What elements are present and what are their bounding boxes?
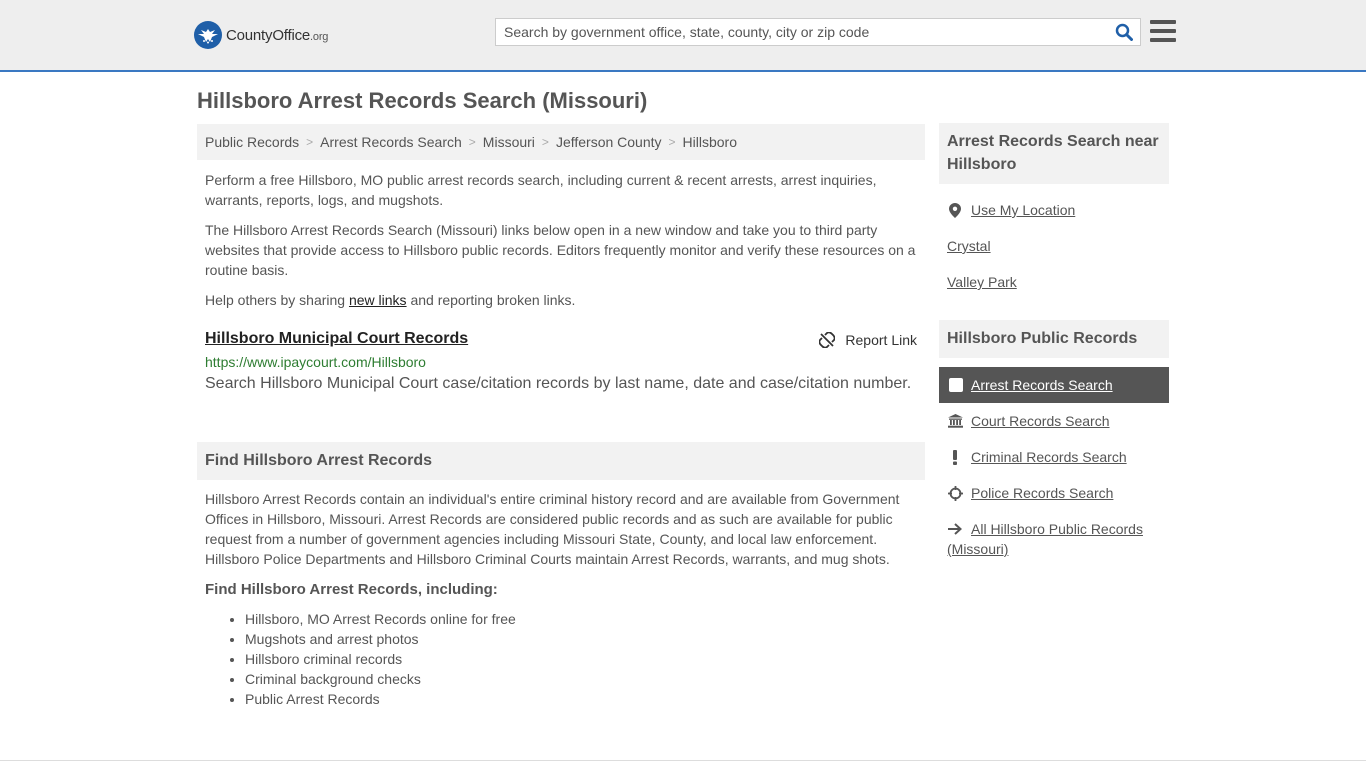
breadcrumb: Public Records > Arrest Records Search >… <box>197 124 925 160</box>
chevron-right-icon: > <box>668 135 676 149</box>
search-bar <box>495 18 1141 46</box>
search-button[interactable] <box>1108 19 1140 45</box>
sidebar-item-criminal-records[interactable]: Criminal Records Search <box>947 447 1127 467</box>
breadcrumb-hillsboro[interactable]: Hillsboro <box>683 134 737 150</box>
find-records-list: Hillsboro, MO Arrest Records online for … <box>245 609 516 709</box>
site-header: CountyOffice.org <box>0 0 1366 72</box>
arrow-right-icon <box>947 519 963 539</box>
breadcrumb-jefferson-county[interactable]: Jefferson County <box>556 134 662 150</box>
chevron-right-icon: > <box>306 135 314 149</box>
find-section-body: Hillsboro Arrest Records contain an indi… <box>205 491 900 567</box>
broken-link-icon <box>819 332 836 348</box>
sidebar-near-heading: Arrest Records Search near Hillsboro <box>939 123 1169 184</box>
map-pin-icon <box>947 200 963 220</box>
footer-divider <box>0 760 1366 761</box>
list-item: Hillsboro criminal records <box>245 649 516 669</box>
hamburger-icon[interactable] <box>1150 19 1176 43</box>
intro-paragraph: Help others by sharing new links and rep… <box>205 292 576 308</box>
square-icon <box>949 378 963 392</box>
exclamation-icon <box>947 447 963 467</box>
site-logo[interactable]: CountyOffice.org <box>194 20 328 50</box>
chevron-right-icon: > <box>541 135 549 149</box>
breadcrumb-public-records[interactable]: Public Records <box>205 134 299 150</box>
use-my-location-link[interactable]: Use My Location <box>947 200 1075 220</box>
record-result: Hillsboro Municipal Court Records Report… <box>205 330 917 393</box>
report-link-button[interactable]: Report Link <box>819 332 917 348</box>
courthouse-icon <box>947 411 963 431</box>
intro-paragraph: The Hillsboro Arrest Records Search (Mis… <box>205 222 916 278</box>
breadcrumb-missouri[interactable]: Missouri <box>483 134 535 150</box>
sidebar-public-records-heading: Hillsboro Public Records <box>939 320 1169 358</box>
find-section-subheading: Find Hillsboro Arrest Records, including… <box>205 581 498 598</box>
new-links-link[interactable]: new links <box>349 292 407 308</box>
eagle-logo-icon <box>194 21 222 49</box>
near-item-crystal[interactable]: Crystal <box>947 236 991 256</box>
list-item: Public Arrest Records <box>245 689 516 709</box>
chevron-right-icon: > <box>468 135 476 149</box>
sidebar-item-police-records[interactable]: Police Records Search <box>947 483 1113 503</box>
list-item: Criminal background checks <box>245 669 516 689</box>
near-item-valley-park[interactable]: Valley Park <box>947 272 1017 292</box>
result-url: https://www.ipaycourt.com/Hillsboro <box>205 354 426 370</box>
list-item: Mugshots and arrest photos <box>245 629 516 649</box>
sidebar-item-all-public-records[interactable]: All Hillsboro Public Records (Missouri) <box>947 519 1157 559</box>
sidebar-item-court-records[interactable]: Court Records Search <box>947 411 1110 431</box>
page-title: Hillsboro Arrest Records Search (Missour… <box>197 88 648 113</box>
breadcrumb-arrest-records-search[interactable]: Arrest Records Search <box>320 134 462 150</box>
crosshair-icon <box>947 483 963 503</box>
logo-text: CountyOffice.org <box>226 26 329 44</box>
result-title-link[interactable]: Hillsboro Municipal Court Records <box>205 330 468 347</box>
intro-paragraph: Perform a free Hillsboro, MO public arre… <box>205 172 877 208</box>
find-section-heading: Find Hillsboro Arrest Records <box>197 442 925 480</box>
result-description: Search Hillsboro Municipal Court case/ci… <box>205 375 912 392</box>
list-item: Hillsboro, MO Arrest Records online for … <box>245 609 516 629</box>
search-icon <box>1115 23 1133 41</box>
intro-section: Perform a free Hillsboro, MO public arre… <box>205 170 920 320</box>
search-input[interactable] <box>496 19 1108 45</box>
sidebar-item-arrest-records[interactable]: Arrest Records Search <box>939 367 1169 403</box>
